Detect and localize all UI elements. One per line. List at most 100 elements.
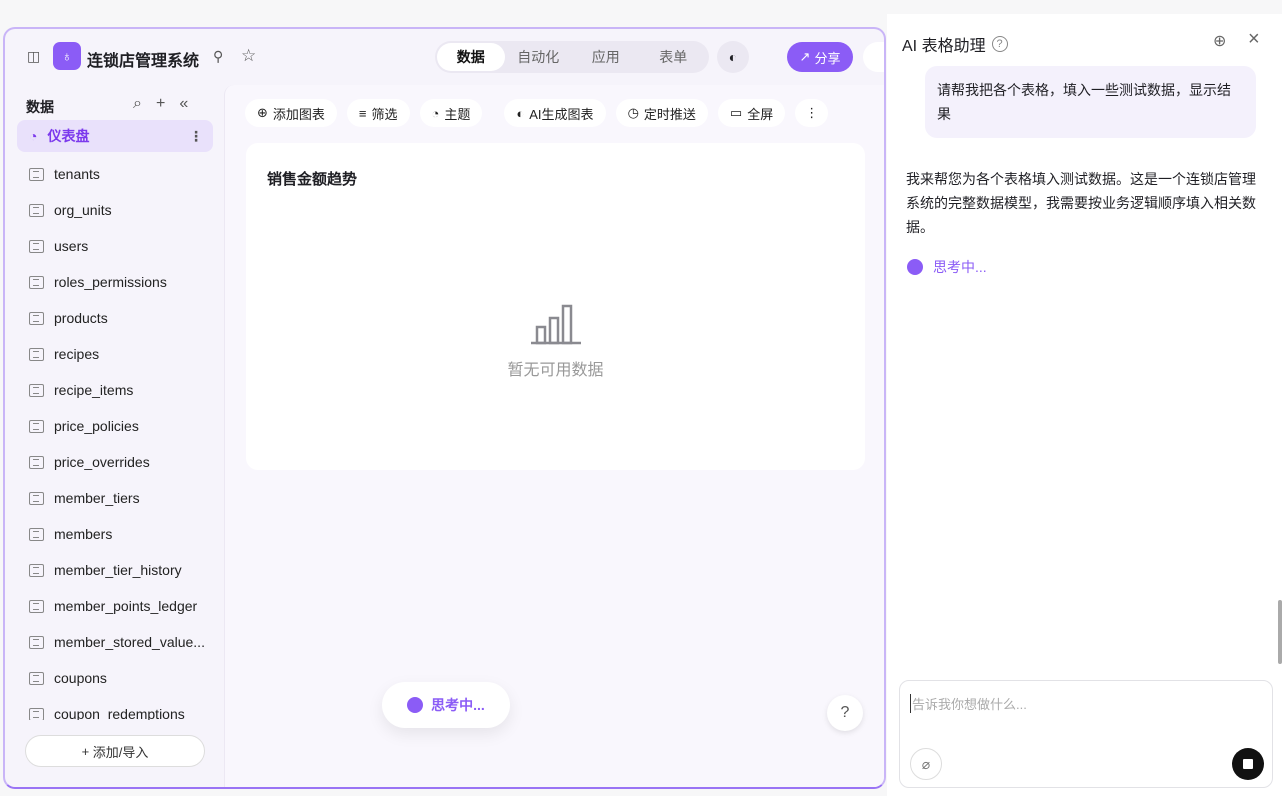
pin-icon[interactable]: ⚲ <box>213 48 223 65</box>
sidebar-item-dashboard[interactable]: ◔ 仪表盘 ⋮ <box>17 120 213 152</box>
sidebar: 数据 ⌕ + « ◔ 仪表盘 ⋮ tenants org_unitsusers roles… <box>5 85 224 787</box>
ai-icon: ◐ <box>516 105 525 121</box>
chat-input-placeholder: 告诉我你想做什么... <box>910 694 1027 713</box>
sidebar-item-label: 仪表盘 <box>47 128 90 144</box>
chart-title: 销售金额趋势 <box>267 171 358 188</box>
add-chart-button[interactable]: ⊕ 添加图表 <box>245 99 337 127</box>
fullscreen-button[interactable]: ▭ 全屏 <box>717 99 786 127</box>
add-import-button[interactable]: + 添加/导入 <box>25 735 205 767</box>
screen-icon: ▭ <box>729 105 743 120</box>
item-more-icon[interactable]: ⋮ <box>189 128 203 145</box>
schedule-label: 定时推送 <box>643 106 696 122</box>
stop-button[interactable] <box>1232 748 1264 780</box>
more-icon[interactable]: ⋮ <box>795 99 829 127</box>
sidebar-item-table[interactable]: org_units <box>17 192 213 228</box>
tab-forms[interactable]: 表单 <box>640 43 708 71</box>
palette-icon: ◔ <box>431 105 440 121</box>
close-icon[interactable]: × <box>1248 28 1260 51</box>
tab-data[interactable]: 数据 <box>437 43 505 71</box>
theme-toggle-button[interactable]: ◐ <box>717 41 749 73</box>
thinking-indicator: 思考中... <box>382 682 510 728</box>
sidebar-item-table[interactable]: products <box>17 300 213 336</box>
table-icon <box>29 203 44 217</box>
sidebar-item-label: members <box>54 526 113 542</box>
ai-chart-label: AI生成图表 <box>529 106 594 122</box>
assistant-thinking-label: 思考中... <box>933 259 987 275</box>
sidebar-item-table[interactable]: member_tier_history <box>17 552 213 588</box>
schedule-button[interactable]: ◷ 定时推送 <box>615 99 708 127</box>
sidebar-item-table[interactable]: price_policies <box>17 408 213 444</box>
sidebar-item-table[interactable]: users <box>17 228 213 264</box>
sidebar-item-table[interactable]: price_overrides <box>17 444 213 480</box>
table-icon <box>29 527 44 541</box>
sidebar-item-table[interactable]: tenants <box>17 156 213 192</box>
sidebar-item-label: users <box>54 238 89 254</box>
sidebar-item-label: products <box>54 310 108 326</box>
table-icon <box>29 311 44 325</box>
chat-input[interactable]: 告诉我你想做什么... ⌀ <box>899 680 1273 788</box>
ai-assistant-panel: AI 表格助理? ⊕ × 请帮我把各个表格，填入一些测试数据，显示结果 我来帮您… <box>887 14 1282 796</box>
header: ◫ ♁ 连锁店管理系统 ⚲ ☆ 数据 自动化 应用 表单 ◐ ↗ 分享 <box>5 29 884 85</box>
user-message: 请帮我把各个表格，填入一些测试数据，显示结果 <box>925 66 1256 138</box>
table-icon <box>29 635 44 649</box>
sidebar-item-label: price_policies <box>54 418 139 434</box>
table-icon <box>29 419 44 433</box>
filter-button[interactable]: ≡ 筛选 <box>346 99 410 127</box>
add-icon[interactable]: + <box>156 95 165 113</box>
search-icon[interactable]: ⌕ <box>133 95 142 113</box>
tab-apps[interactable]: 应用 <box>572 43 640 71</box>
clock-icon: ◷ <box>627 105 639 120</box>
sidebar-toggle-icon[interactable]: ◫ <box>27 48 40 65</box>
table-icon <box>29 239 44 253</box>
share-button[interactable]: ↗ 分享 <box>787 42 853 72</box>
sidebar-item-label: roles_permissions <box>54 274 167 290</box>
sidebar-item-table[interactable]: coupon_redemptions <box>17 696 213 720</box>
fullscreen-label: 全屏 <box>747 106 774 122</box>
sidebar-item-label: coupons <box>54 670 107 686</box>
dashboard-icon: ◔ <box>29 128 38 144</box>
thinking-label: 思考中... <box>431 697 485 713</box>
table-icon <box>29 599 44 613</box>
sidebar-item-table[interactable]: roles_permissions <box>17 264 213 300</box>
table-list: ◔ 仪表盘 ⋮ tenants org_unitsusers roles_permissi… <box>17 120 213 720</box>
table-icon <box>29 563 44 577</box>
app-logo: ♁ <box>53 42 81 70</box>
paperclip-icon: ⌀ <box>921 755 931 772</box>
sidebar-item-table[interactable]: members <box>17 516 213 552</box>
attach-button[interactable]: ⌀ <box>910 748 942 780</box>
share-icon: ↗ <box>799 49 811 64</box>
empty-state-text: 暂无可用数据 <box>507 362 604 379</box>
bar-chart-icon <box>530 304 581 345</box>
new-chat-icon[interactable]: ⊕ <box>1213 31 1226 51</box>
table-icon <box>29 707 44 720</box>
filter-label: 筛选 <box>371 106 398 122</box>
more-header-button[interactable] <box>863 42 884 72</box>
tab-automation[interactable]: 自动化 <box>505 43 573 71</box>
ai-chart-button[interactable]: ◐ AI生成图表 <box>504 99 606 127</box>
table-icon <box>29 491 44 505</box>
dashboard-area: ⊕ 添加图表 ≡ 筛选 ◔ 主题 ◐ AI生成图表 ◷ 定时推送 ▭ 全屏 ⋮ 销售金额趋势… <box>224 85 884 787</box>
dashboard-toolbar: ⊕ 添加图表 ≡ 筛选 ◔ 主题 ◐ AI生成图表 ◷ 定时推送 ▭ 全屏 ⋮ <box>245 99 829 127</box>
sidebar-heading: 数据 <box>26 99 54 115</box>
spinner-icon <box>407 697 424 713</box>
table-icon <box>29 383 44 397</box>
help-button[interactable]: ? <box>827 695 863 731</box>
assistant-title: AI 表格助理 <box>902 38 986 55</box>
view-tabs: 数据 自动化 应用 表单 <box>435 41 709 73</box>
sidebar-item-table[interactable]: recipe_items <box>17 372 213 408</box>
table-icon <box>29 671 44 685</box>
sidebar-item-label: recipes <box>54 346 100 362</box>
help-icon[interactable]: ? <box>991 36 1008 52</box>
assistant-thinking: 思考中... <box>907 257 987 277</box>
sidebar-item-table[interactable]: member_tiers <box>17 480 213 516</box>
star-icon[interactable]: ☆ <box>241 46 256 66</box>
scrollbar[interactable] <box>1278 600 1282 664</box>
plus-circle-icon: ⊕ <box>257 105 268 120</box>
collapse-icon[interactable]: « <box>179 95 188 113</box>
theme-button[interactable]: ◔ 主题 <box>419 99 483 127</box>
sidebar-item-table[interactable]: member_stored_value... <box>17 624 213 660</box>
sidebar-item-table[interactable]: recipes <box>17 336 213 372</box>
sidebar-item-label: org_units <box>54 202 112 218</box>
sidebar-item-table[interactable]: member_points_ledger <box>17 588 213 624</box>
sidebar-item-table[interactable]: coupons <box>17 660 213 696</box>
